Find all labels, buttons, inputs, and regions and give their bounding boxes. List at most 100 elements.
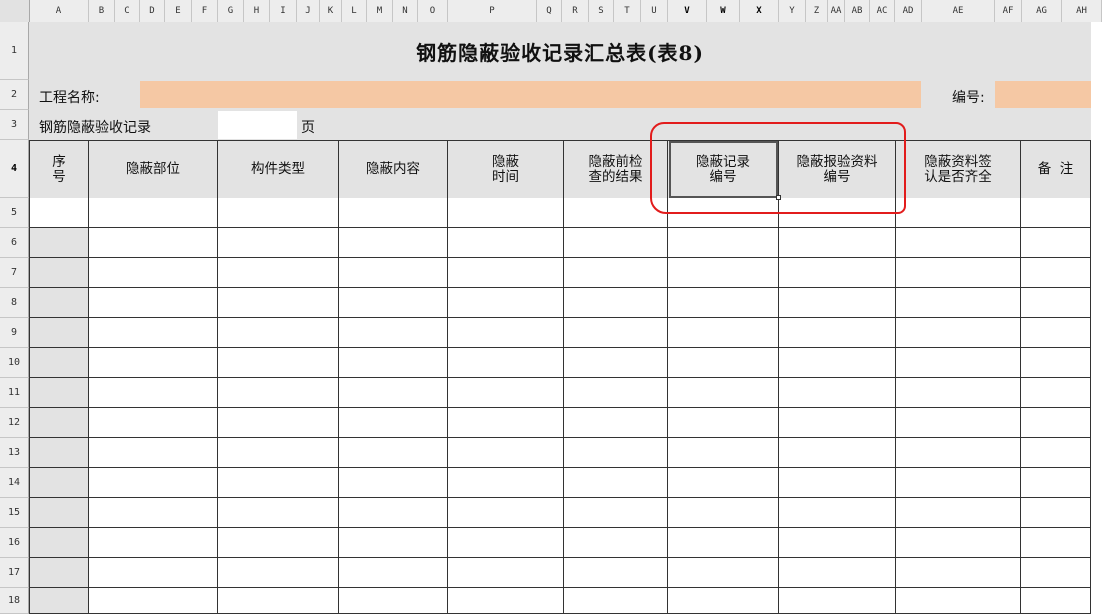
table-cell[interactable] bbox=[779, 588, 896, 614]
column-header-o[interactable]: O bbox=[418, 0, 448, 22]
table-cell[interactable] bbox=[218, 468, 339, 498]
table-cell[interactable] bbox=[89, 588, 218, 614]
column-header-k[interactable]: K bbox=[320, 0, 342, 22]
table-cell[interactable] bbox=[29, 378, 89, 408]
table-cell[interactable] bbox=[89, 228, 218, 258]
table-cell[interactable] bbox=[29, 558, 89, 588]
table-cell[interactable] bbox=[89, 498, 218, 528]
table-cell[interactable] bbox=[668, 468, 779, 498]
table-cell[interactable] bbox=[339, 348, 448, 378]
table-cell[interactable] bbox=[89, 378, 218, 408]
column-header-ab[interactable]: AB bbox=[845, 0, 870, 22]
table-cell[interactable] bbox=[218, 288, 339, 318]
column-header-ag[interactable]: AG bbox=[1022, 0, 1062, 22]
table-cell[interactable] bbox=[1021, 288, 1091, 318]
table-cell[interactable] bbox=[448, 318, 564, 348]
table-cell[interactable] bbox=[29, 438, 89, 468]
table-cell[interactable] bbox=[668, 288, 779, 318]
select-all-corner[interactable] bbox=[0, 0, 30, 22]
page-input[interactable] bbox=[218, 111, 297, 139]
table-cell[interactable] bbox=[448, 438, 564, 468]
table-cell[interactable] bbox=[29, 468, 89, 498]
table-cell[interactable] bbox=[564, 348, 668, 378]
table-cell[interactable] bbox=[29, 348, 89, 378]
table-cell[interactable] bbox=[339, 318, 448, 348]
table-cell[interactable] bbox=[564, 408, 668, 438]
table-cell[interactable] bbox=[668, 438, 779, 468]
column-header-l[interactable]: L bbox=[342, 0, 367, 22]
table-cell[interactable] bbox=[218, 318, 339, 348]
table-cell[interactable] bbox=[339, 438, 448, 468]
table-cell[interactable] bbox=[339, 468, 448, 498]
table-cell[interactable] bbox=[896, 318, 1021, 348]
header-seq-no[interactable]: 序号 bbox=[29, 140, 89, 199]
column-header-h[interactable]: H bbox=[244, 0, 270, 22]
table-cell[interactable] bbox=[89, 468, 218, 498]
table-cell[interactable] bbox=[779, 258, 896, 288]
project-name-input[interactable] bbox=[140, 81, 921, 108]
row-header-6[interactable]: 6 bbox=[0, 228, 29, 258]
table-cell[interactable] bbox=[779, 228, 896, 258]
table-cell[interactable] bbox=[564, 198, 668, 228]
header-remarks[interactable]: 备 注 bbox=[1021, 140, 1091, 199]
table-cell[interactable] bbox=[29, 198, 89, 228]
table-cell[interactable] bbox=[896, 528, 1021, 558]
column-header-u[interactable]: U bbox=[641, 0, 668, 22]
table-cell[interactable] bbox=[896, 408, 1021, 438]
table-cell[interactable] bbox=[668, 348, 779, 378]
table-cell[interactable] bbox=[218, 528, 339, 558]
table-cell[interactable] bbox=[448, 378, 564, 408]
column-header-c[interactable]: C bbox=[115, 0, 140, 22]
header-docs-complete[interactable]: 隐蔽资料签 认是否齐全 bbox=[896, 140, 1021, 199]
row-header-2[interactable]: 2 bbox=[0, 80, 29, 110]
table-cell[interactable] bbox=[668, 408, 779, 438]
table-cell[interactable] bbox=[448, 408, 564, 438]
table-cell[interactable] bbox=[448, 348, 564, 378]
column-header-g[interactable]: G bbox=[218, 0, 244, 22]
row-header-7[interactable]: 7 bbox=[0, 258, 29, 288]
table-cell[interactable] bbox=[339, 498, 448, 528]
column-header-z[interactable]: Z bbox=[806, 0, 828, 22]
table-cell[interactable] bbox=[29, 528, 89, 558]
column-header-t[interactable]: T bbox=[614, 0, 641, 22]
table-cell[interactable] bbox=[1021, 318, 1091, 348]
row-header-4[interactable]: 4 bbox=[0, 140, 29, 198]
table-cell[interactable] bbox=[779, 198, 896, 228]
table-cell[interactable] bbox=[89, 318, 218, 348]
table-cell[interactable] bbox=[896, 378, 1021, 408]
column-header-ad[interactable]: AD bbox=[895, 0, 922, 22]
header-hidden-content[interactable]: 隐蔽内容 bbox=[339, 140, 448, 199]
table-cell[interactable] bbox=[448, 468, 564, 498]
column-header-ah[interactable]: AH bbox=[1062, 0, 1102, 22]
table-cell[interactable] bbox=[896, 558, 1021, 588]
table-cell[interactable] bbox=[448, 588, 564, 614]
table-cell[interactable] bbox=[89, 408, 218, 438]
table-cell[interactable] bbox=[896, 288, 1021, 318]
table-cell[interactable] bbox=[564, 528, 668, 558]
column-header-m[interactable]: M bbox=[367, 0, 393, 22]
table-cell[interactable] bbox=[218, 588, 339, 614]
table-cell[interactable] bbox=[779, 438, 896, 468]
table-cell[interactable] bbox=[218, 198, 339, 228]
column-header-af[interactable]: AF bbox=[995, 0, 1022, 22]
column-header-ae[interactable]: AE bbox=[922, 0, 995, 22]
column-header-s[interactable]: S bbox=[589, 0, 614, 22]
table-cell[interactable] bbox=[564, 438, 668, 468]
column-header-f[interactable]: F bbox=[192, 0, 218, 22]
table-cell[interactable] bbox=[339, 408, 448, 438]
table-cell[interactable] bbox=[29, 288, 89, 318]
column-header-i[interactable]: I bbox=[270, 0, 297, 22]
table-cell[interactable] bbox=[668, 558, 779, 588]
table-cell[interactable] bbox=[1021, 228, 1091, 258]
table-cell[interactable] bbox=[89, 528, 218, 558]
table-cell[interactable] bbox=[448, 258, 564, 288]
table-cell[interactable] bbox=[339, 288, 448, 318]
table-cell[interactable] bbox=[779, 558, 896, 588]
table-cell[interactable] bbox=[896, 198, 1021, 228]
header-hidden-record-no[interactable]: 隐蔽记录 编号 bbox=[668, 140, 779, 199]
table-cell[interactable] bbox=[779, 288, 896, 318]
table-cell[interactable] bbox=[448, 198, 564, 228]
table-cell[interactable] bbox=[339, 588, 448, 614]
table-cell[interactable] bbox=[1021, 198, 1091, 228]
row-header-3[interactable]: 3 bbox=[0, 110, 29, 140]
